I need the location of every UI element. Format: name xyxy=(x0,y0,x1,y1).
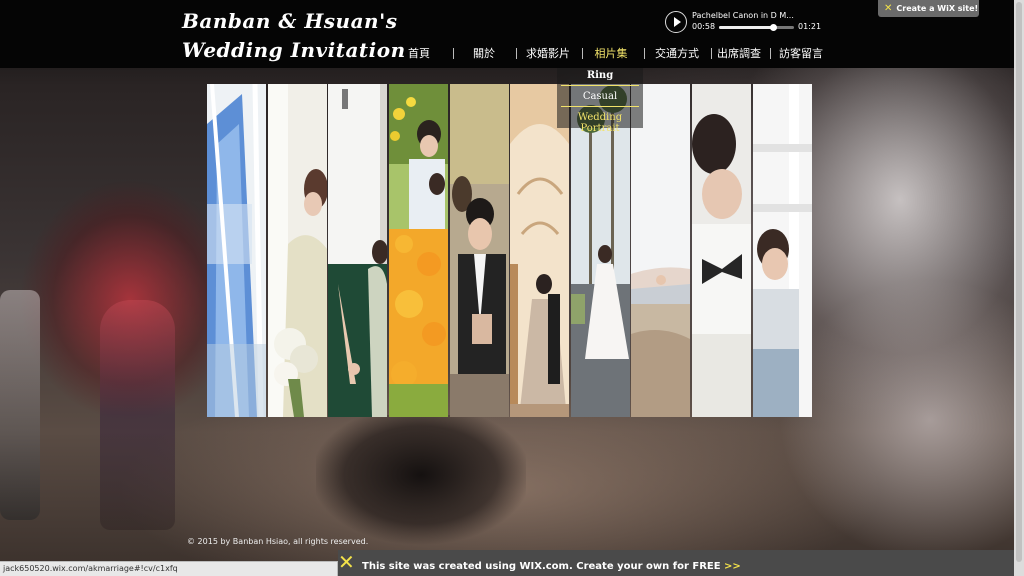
gallery-photo[interactable] xyxy=(692,84,751,417)
total-time: 01:21 xyxy=(798,22,822,31)
progress-bar[interactable] xyxy=(719,24,794,31)
music-player: Pachelbel Canon in D M... 00:58 01:21 xyxy=(664,10,824,38)
submenu-divider xyxy=(561,85,639,86)
scrollbar-thumb[interactable] xyxy=(1016,2,1022,562)
submenu-item-casual[interactable]: Casual xyxy=(557,91,643,102)
nav-divider xyxy=(582,48,583,59)
wix-ad-banner[interactable]: ✕ This site was created using WIX.com. C… xyxy=(338,550,1014,576)
track-title: Pachelbel Canon in D M... xyxy=(692,11,794,20)
gallery-photo[interactable] xyxy=(753,84,812,417)
gallery-photo[interactable] xyxy=(268,84,327,417)
play-icon[interactable] xyxy=(665,11,687,33)
gallery-photo[interactable] xyxy=(450,84,509,417)
site-title-line1: Banban & Hsuan's xyxy=(182,9,398,33)
wix-x-icon: ✕ xyxy=(338,550,355,574)
status-bar-url: jack650520.wix.com/akmarriage#!cv/c1xfq xyxy=(0,561,338,576)
nav-divider xyxy=(711,48,712,59)
progress-handle[interactable] xyxy=(770,24,777,31)
nav-divider xyxy=(770,48,771,59)
create-wix-site-button[interactable]: ✕ Create a WiX site! xyxy=(878,0,979,17)
albums-submenu: Ring Casual Wedding Portrait xyxy=(557,68,643,134)
site-title-line2: Wedding Invitation xyxy=(182,38,406,62)
wix-x-icon: ✕ xyxy=(884,3,893,14)
background-figure xyxy=(316,415,526,550)
nav-item-guestbook[interactable]: 訪客留言 xyxy=(778,45,824,63)
create-wix-site-label: Create a WiX site! xyxy=(896,4,979,13)
submenu-item-wedding-portrait[interactable]: Wedding Portrait xyxy=(557,112,643,134)
submenu-item-ring[interactable]: Ring xyxy=(557,70,643,81)
nav-item-proposal-video[interactable]: 求婚影片 xyxy=(524,45,572,63)
copyright-text: © 2015 by Banban Hsiao, all rights reser… xyxy=(187,537,369,546)
nav-item-albums[interactable]: 相片集 xyxy=(590,45,632,63)
nav-item-transportation[interactable]: 交通方式 xyxy=(652,45,702,63)
nav-item-about[interactable]: 關於 xyxy=(463,45,505,63)
photo-gallery xyxy=(207,84,812,417)
wix-banner-arrows: >> xyxy=(724,561,741,572)
nav-item-home[interactable]: 首頁 xyxy=(398,45,440,63)
nav-divider xyxy=(644,48,645,59)
site-title[interactable]: Banban & Hsuan's Wedding Invitation xyxy=(182,7,406,65)
page-scrollbar[interactable] xyxy=(1014,0,1024,576)
gallery-photo[interactable] xyxy=(328,84,387,417)
wix-banner-text[interactable]: This site was created using WIX.com. Cre… xyxy=(362,561,741,572)
current-time: 00:58 xyxy=(692,22,716,31)
header-bar xyxy=(0,0,1024,68)
background-guest xyxy=(100,300,175,530)
nav-divider xyxy=(453,48,454,59)
background-guest-left xyxy=(0,290,40,520)
nav-divider xyxy=(516,48,517,59)
nav-item-rsvp[interactable]: 出席調查 xyxy=(716,45,762,63)
gallery-photo[interactable] xyxy=(207,84,266,417)
submenu-divider xyxy=(561,106,639,107)
gallery-photo[interactable] xyxy=(389,84,448,417)
wix-banner-message: This site was created using WIX.com. Cre… xyxy=(362,561,721,572)
progress-fill xyxy=(719,26,773,29)
